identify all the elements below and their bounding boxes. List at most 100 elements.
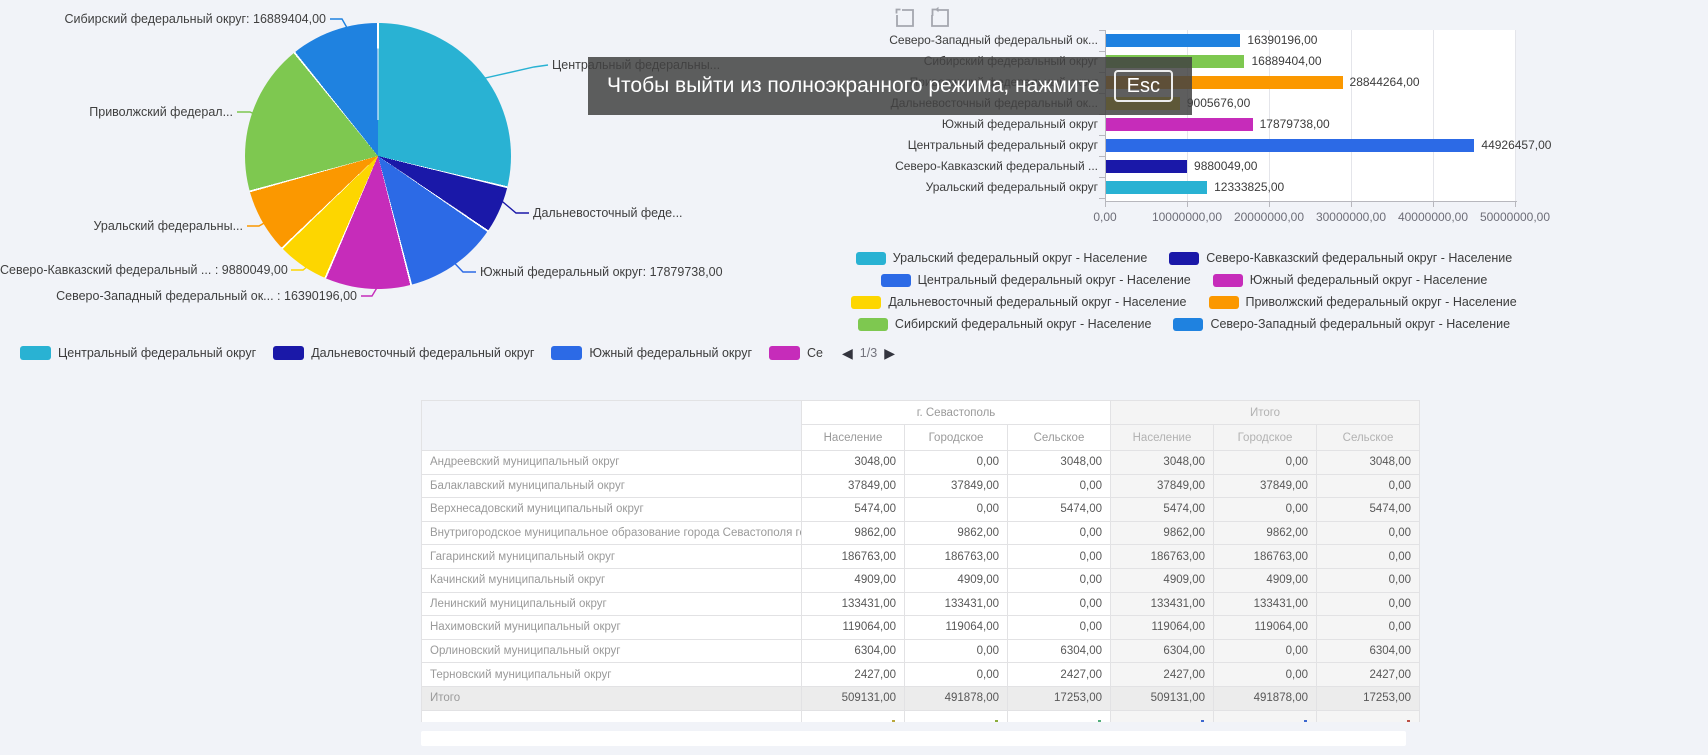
legend-marker-swatch xyxy=(1169,252,1199,265)
table-row: Гагаринский муниципальный округ186763,00… xyxy=(422,545,1420,569)
bar-legend-item[interactable]: Центральный федеральный округ - Населени… xyxy=(881,273,1191,287)
table-cell: 6304,00 xyxy=(1317,639,1420,663)
bar[interactable] xyxy=(1106,160,1187,173)
legend-marker-swatch xyxy=(273,346,304,360)
bar-category-label: Северо-Кавказский федеральный ... xyxy=(830,158,1098,175)
bar-legend-item[interactable]: Сибирский федеральный округ - Население xyxy=(858,317,1152,331)
table-cell: 9862,00 xyxy=(1111,521,1214,545)
legend-item-label: Южный федеральный округ xyxy=(589,346,752,360)
table-column-group-header: г. Севастополь xyxy=(802,401,1111,425)
bar-value-axis-tick xyxy=(1351,202,1352,207)
table-cell: 119064,00 xyxy=(1111,616,1214,640)
fullscreen-exit-message: Чтобы выйти из полноэкранного режима, на… xyxy=(607,74,1100,98)
bar-legend-item[interactable]: Приволжский федеральный округ - Населени… xyxy=(1209,295,1517,309)
table-total-cell: 509131,00 xyxy=(1111,686,1214,710)
pie[interactable] xyxy=(245,23,511,289)
table-cell: 2427,00 xyxy=(1317,663,1420,687)
table-cell: 37849,00 xyxy=(905,474,1008,498)
table-row: Андреевский муниципальный округ3048,000,… xyxy=(422,451,1420,475)
table-cell: 6304,00 xyxy=(1008,639,1111,663)
table-cell: 9862,00 xyxy=(1214,521,1317,545)
reset-zoom-icon[interactable] xyxy=(893,6,917,30)
bar-legend-item[interactable]: Уральский федеральный округ - Население xyxy=(856,251,1148,265)
table-row-label: Нахимовский муниципальный округ xyxy=(422,616,802,640)
legend-item-label: Северо-Западный федеральный округ - Насе… xyxy=(1210,317,1510,331)
bar-legend-item[interactable]: Южный федеральный округ - Население xyxy=(1213,273,1488,287)
legend-next-page-icon[interactable]: ▶ xyxy=(884,344,895,362)
bar[interactable] xyxy=(1106,139,1474,152)
legend-marker-swatch xyxy=(881,274,911,287)
legend-marker-swatch xyxy=(1213,274,1243,287)
undo-zoom-icon[interactable] xyxy=(928,6,952,30)
table-cell: 5474,00 xyxy=(1111,498,1214,522)
table-cell xyxy=(802,710,905,722)
legend-page-indicator: 1/3 xyxy=(860,346,877,360)
table-cell: 2427,00 xyxy=(802,663,905,687)
table-row-label: Качинский муниципальный округ xyxy=(422,568,802,592)
table-horizontal-scrollbar[interactable] xyxy=(421,731,1406,746)
pie-legend-item[interactable]: Се xyxy=(769,346,823,360)
sparkline-mark xyxy=(995,720,998,722)
table-cell: 0,00 xyxy=(1214,639,1317,663)
table-cell: 186763,00 xyxy=(802,545,905,569)
table-column-group-header: Итого xyxy=(1111,401,1420,425)
legend-item-label: Дальневосточный федеральный округ - Насе… xyxy=(888,295,1186,309)
pie-legend-item[interactable]: Дальневосточный федеральный округ xyxy=(273,346,534,360)
pie-legend-item[interactable]: Центральный федеральный округ xyxy=(20,346,256,360)
bar-value-axis-tick xyxy=(1433,202,1434,207)
sparkline-mark xyxy=(892,720,895,722)
table-measure-header: Сельское xyxy=(1317,425,1420,451)
pivot-table: г. СевастопольИтогоНаселениеГородскоеСел… xyxy=(421,400,1420,722)
bar-gridline xyxy=(1351,30,1352,201)
legend-item-label: Уральский федеральный округ - Население xyxy=(893,251,1148,265)
table-cell: 0,00 xyxy=(1317,545,1420,569)
table-cell: 4909,00 xyxy=(802,568,905,592)
bar[interactable] xyxy=(1106,118,1253,131)
pie-slice-label: Уральский федеральны... xyxy=(0,219,243,233)
table-cell: 133431,00 xyxy=(905,592,1008,616)
bar-legend-item[interactable]: Дальневосточный федеральный округ - Насе… xyxy=(851,295,1186,309)
table-measure-header: Население xyxy=(802,425,905,451)
table-row-label: Балаклавский муниципальный округ xyxy=(422,474,802,498)
table-cell: 186763,00 xyxy=(1214,545,1317,569)
table-row-label: Терновский муниципальный округ xyxy=(422,663,802,687)
table-cell: 0,00 xyxy=(1008,521,1111,545)
table-cell: 4909,00 xyxy=(1111,568,1214,592)
table-row-label: Андреевский муниципальный округ xyxy=(422,451,802,475)
bar-gridline xyxy=(1515,30,1516,201)
pie-slice-label: Южный федеральный округ: 17879738,00 xyxy=(480,265,723,279)
table-cell: 0,00 xyxy=(1317,616,1420,640)
bar-value-label: 17879738,00 xyxy=(1260,117,1330,132)
table-cell: 133431,00 xyxy=(1111,592,1214,616)
table-measure-header: Городское xyxy=(905,425,1008,451)
table-row-label: Внутригородское муниципальное образовани… xyxy=(422,521,802,545)
bar-category-label: Центральный федеральный округ xyxy=(830,137,1098,154)
table-row: Терновский муниципальный округ2427,000,0… xyxy=(422,663,1420,687)
legend-item-label: Се xyxy=(807,346,823,360)
table-cell: 0,00 xyxy=(1317,592,1420,616)
bar-value-label: 16889404,00 xyxy=(1251,54,1321,69)
bar[interactable] xyxy=(1106,181,1207,194)
table-cell: 6304,00 xyxy=(1111,639,1214,663)
bar-category-axis-tick xyxy=(1099,51,1105,52)
bar-value-axis-tick xyxy=(1105,202,1106,207)
table-row-label: Ленинский муниципальный округ xyxy=(422,592,802,616)
legend-pager: ◀ 1/3 ▶ xyxy=(842,344,895,362)
bar[interactable] xyxy=(1106,34,1240,47)
table-cell: 6304,00 xyxy=(802,639,905,663)
table-cell: 37849,00 xyxy=(1214,474,1317,498)
legend-marker-swatch xyxy=(551,346,582,360)
legend-prev-page-icon[interactable]: ◀ xyxy=(842,344,853,362)
legend-marker-swatch xyxy=(20,346,51,360)
table-row: Нахимовский муниципальный округ 119064,00… xyxy=(422,616,1420,640)
table-cell: 0,00 xyxy=(1008,545,1111,569)
pie-slice-label: Северо-Кавказский федеральный ... : 9880… xyxy=(0,263,287,277)
legend-item-label: Центральный федеральный округ xyxy=(58,346,256,360)
table-cell: 133431,00 xyxy=(1214,592,1317,616)
table-row-label: Гагаринский муниципальный округ xyxy=(422,545,802,569)
table-measure-header: Сельское xyxy=(1008,425,1111,451)
bar-legend-item[interactable]: Северо-Западный федеральный округ - Насе… xyxy=(1173,317,1510,331)
pie-legend-item[interactable]: Южный федеральный округ xyxy=(551,346,752,360)
bar-legend-item[interactable]: Северо-Кавказский федеральный округ - На… xyxy=(1169,251,1512,265)
table-row-label: Орлиновский муниципальный округ xyxy=(422,639,802,663)
